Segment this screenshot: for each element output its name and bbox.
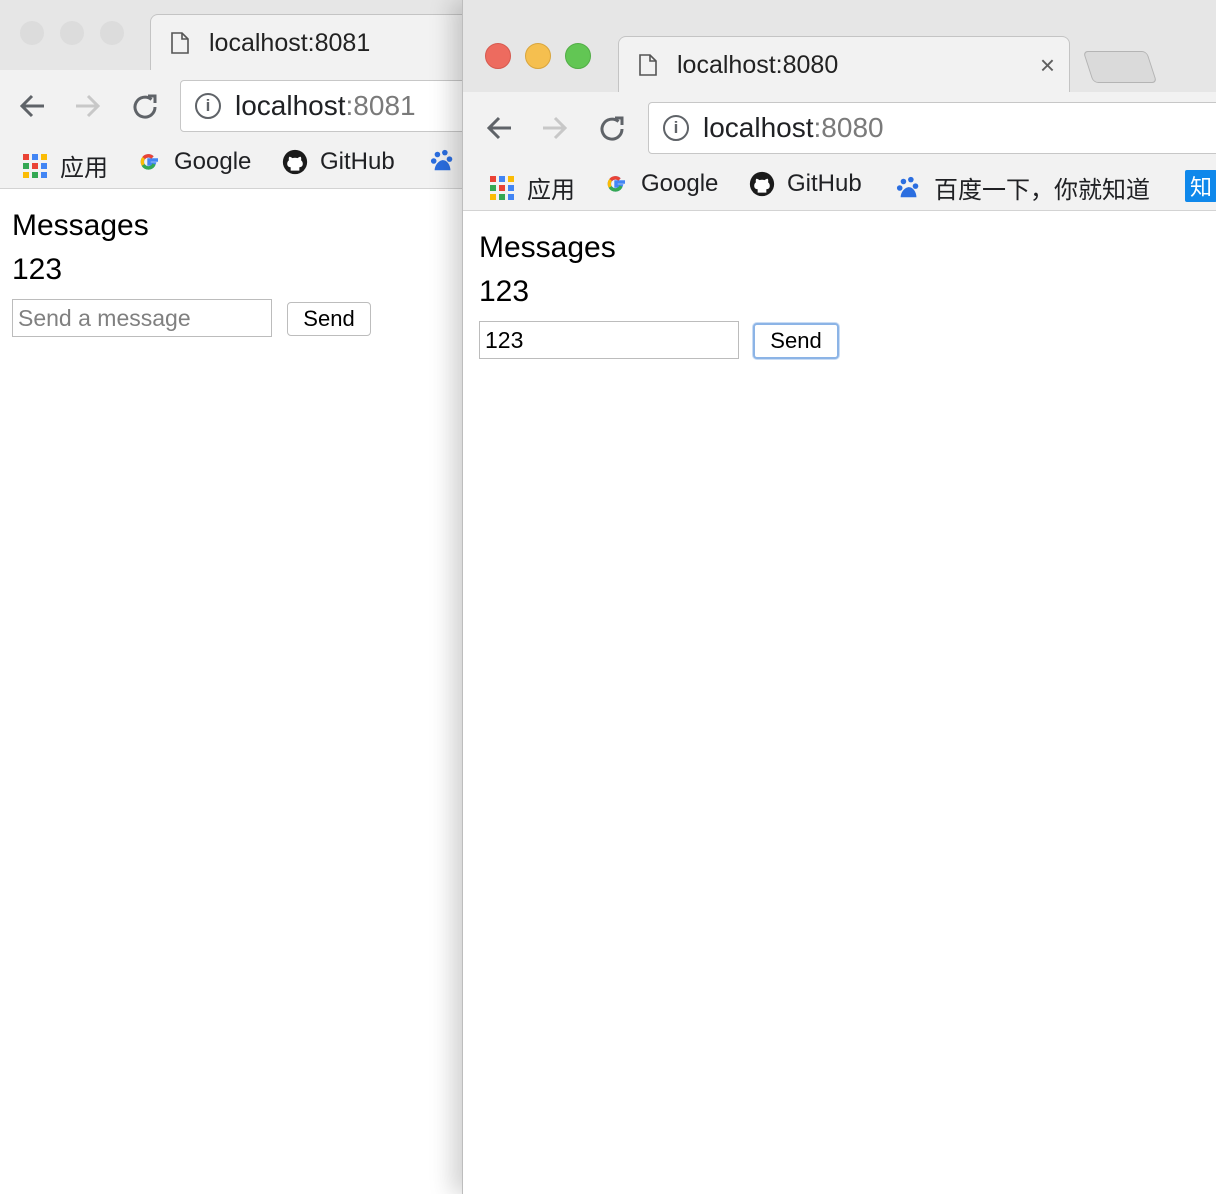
- message-item: 123: [12, 253, 63, 286]
- bookmark-google[interactable]: Google: [603, 170, 718, 198]
- bookmark-zhihu[interactable]: 知: [1185, 170, 1216, 202]
- bookmarks-bar: 应用 Google GitHub: [0, 142, 470, 189]
- new-tab-button[interactable]: [1082, 51, 1158, 83]
- page-document-icon: [639, 54, 657, 76]
- arrow-right-icon[interactable]: [541, 114, 569, 142]
- close-window-button[interactable]: [485, 43, 511, 69]
- bookmark-apps-label: 应用: [60, 155, 108, 182]
- bookmarks-bar: 应用 Google GitHub: [463, 164, 1216, 211]
- google-logo-icon: [603, 171, 629, 197]
- browser-window-8081: localhost:8081 i localhost:8081 应用 Goog…: [0, 0, 470, 1194]
- zhihu-logo-icon: 知: [1185, 170, 1216, 202]
- tab-localhost-8080[interactable]: localhost:8080 ×: [618, 36, 1070, 93]
- zoom-window-button[interactable]: [100, 21, 124, 45]
- message-input[interactable]: Send a message: [12, 299, 272, 337]
- page-content: Messages 123 123 Send: [463, 211, 1216, 1194]
- baidu-paw-icon: [430, 148, 456, 174]
- bookmark-google[interactable]: Google: [136, 148, 251, 176]
- message-input[interactable]: 123: [479, 321, 739, 359]
- github-logo-icon: [749, 171, 775, 197]
- bookmark-apps[interactable]: 应用: [489, 170, 575, 205]
- bookmark-github-label: GitHub: [787, 170, 862, 197]
- arrow-left-icon[interactable]: [18, 92, 46, 120]
- browser-window-8080: localhost:8080 × i localhost:8080 应用 Go…: [462, 0, 1216, 1194]
- bookmark-apps-label: 应用: [527, 177, 575, 204]
- send-button[interactable]: Send: [287, 302, 371, 336]
- arrow-right-icon[interactable]: [74, 92, 102, 120]
- message-item: 123: [479, 275, 530, 308]
- address-bar[interactable]: i localhost:8080: [648, 102, 1216, 154]
- bookmark-github[interactable]: GitHub: [282, 148, 395, 176]
- address-port: :8080: [813, 112, 884, 143]
- zoom-window-button[interactable]: [565, 43, 591, 69]
- address-port: :8081: [345, 90, 416, 121]
- github-logo-icon: [282, 149, 308, 175]
- bookmark-github[interactable]: GitHub: [749, 170, 862, 198]
- page-title: Messages: [12, 209, 149, 242]
- google-logo-icon: [136, 149, 162, 175]
- bookmark-baidu-label: 百度一下，你就知道: [934, 177, 1150, 204]
- apps-grid-icon: [489, 175, 515, 201]
- close-window-button[interactable]: [20, 21, 44, 45]
- baidu-paw-icon: [896, 175, 922, 201]
- address-host: localhost: [703, 112, 814, 143]
- close-tab-icon[interactable]: ×: [1040, 50, 1055, 81]
- toolbar: i localhost:8080: [463, 92, 1216, 164]
- tab-localhost-8081[interactable]: localhost:8081: [150, 14, 470, 71]
- info-icon[interactable]: i: [195, 93, 221, 119]
- reload-icon[interactable]: [597, 114, 627, 144]
- info-icon[interactable]: i: [663, 115, 689, 141]
- arrow-left-icon[interactable]: [485, 114, 513, 142]
- page-content: Messages 123 Send a message Send: [0, 189, 470, 1194]
- bookmark-google-label: Google: [641, 170, 719, 197]
- address-host: localhost: [235, 90, 346, 121]
- send-button[interactable]: Send: [753, 323, 839, 359]
- page-title: Messages: [479, 231, 616, 264]
- minimize-window-button[interactable]: [525, 43, 551, 69]
- bookmark-github-label: GitHub: [320, 148, 395, 175]
- bookmark-apps[interactable]: 应用: [22, 148, 108, 183]
- reload-icon[interactable]: [130, 92, 160, 122]
- toolbar: i localhost:8081: [0, 70, 470, 142]
- tab-strip: localhost:8081: [0, 0, 470, 71]
- apps-grid-icon: [22, 153, 48, 179]
- minimize-window-button[interactable]: [60, 21, 84, 45]
- tab-strip: localhost:8080 ×: [463, 0, 1216, 93]
- address-bar[interactable]: i localhost:8081: [180, 80, 470, 132]
- page-document-icon: [171, 32, 189, 54]
- bookmark-baidu[interactable]: 百度一下，你就知道: [896, 170, 1150, 205]
- bookmark-google-label: Google: [174, 148, 252, 175]
- tab-title: localhost:8081: [209, 28, 371, 57]
- tab-title: localhost:8080: [677, 50, 839, 79]
